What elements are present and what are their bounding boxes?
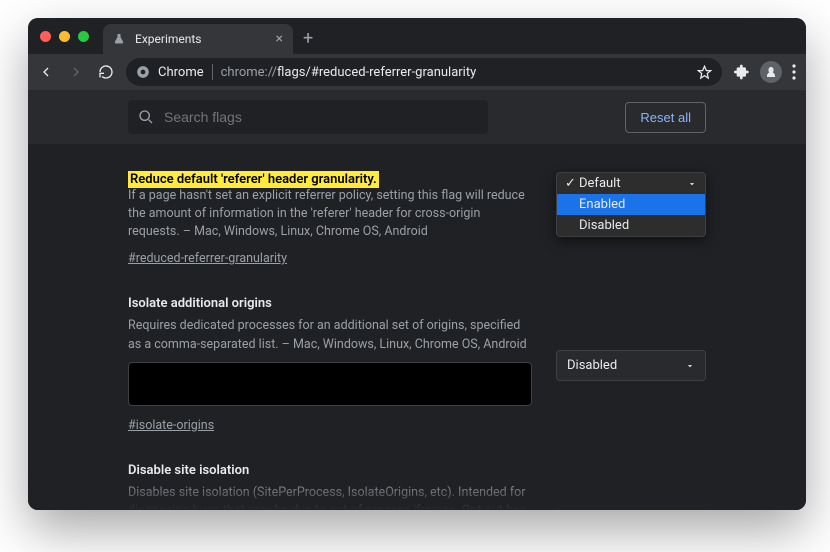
new-tab-button[interactable]: + xyxy=(303,28,313,49)
toolbar-right xyxy=(734,61,796,83)
url-scheme-chip: Chrome xyxy=(158,65,204,80)
window-controls xyxy=(40,31,89,42)
close-tab-button[interactable]: × xyxy=(276,31,283,47)
menu-icon[interactable] xyxy=(792,64,796,80)
flag-description: Disables site isolation (SitePerProcess,… xyxy=(128,484,532,510)
separator xyxy=(212,64,213,80)
search-icon xyxy=(138,109,154,125)
reload-button[interactable] xyxy=(98,64,114,80)
page-content: Reset all Reduce default 'referer' heade… xyxy=(28,90,806,510)
flag-title: Reduce default 'referer' header granular… xyxy=(128,171,379,188)
chevron-down-icon xyxy=(685,361,695,371)
chevron-down-icon xyxy=(687,179,697,189)
bookmark-star-icon[interactable] xyxy=(697,65,712,80)
flag-control: Disabled xyxy=(556,296,706,432)
flag-description: Requires dedicated processes for an addi… xyxy=(128,317,532,353)
dropdown-option-default[interactable]: ✓ Default xyxy=(557,173,705,194)
browser-tab[interactable]: Experiments × xyxy=(103,24,293,54)
flag-dropdown-open[interactable]: ✓ Default Enabled Disabled xyxy=(556,172,706,237)
select-value: Disabled xyxy=(567,358,617,373)
tab-title: Experiments xyxy=(135,32,266,46)
flag-control: ✓ Default Enabled Disabled xyxy=(556,168,706,266)
forward-button[interactable] xyxy=(68,64,84,80)
nav-buttons xyxy=(38,64,114,80)
flag-control: Default xyxy=(556,463,706,510)
flags-list: Reduce default 'referer' header granular… xyxy=(28,144,806,510)
flag-select[interactable]: Default xyxy=(556,505,706,510)
origins-textarea[interactable] xyxy=(128,362,532,406)
reset-all-button[interactable]: Reset all xyxy=(625,102,706,133)
flags-topbar: Reset all xyxy=(28,90,806,144)
dropdown-option-enabled[interactable]: Enabled xyxy=(557,194,705,215)
flask-icon xyxy=(113,33,125,45)
dropdown-option-disabled[interactable]: Disabled xyxy=(557,215,705,236)
flag-anchor-link[interactable]: #isolate-origins xyxy=(128,418,214,433)
titlebar: Experiments × + xyxy=(28,18,806,54)
search-input[interactable] xyxy=(164,109,478,125)
flag-anchor-link[interactable]: #reduced-referrer-granularity xyxy=(128,251,287,266)
flag-description: If a page hasn't set an explicit referre… xyxy=(128,187,532,241)
minimize-window-button[interactable] xyxy=(59,31,70,42)
check-icon: ✓ xyxy=(565,176,575,191)
flag-title: Disable site isolation xyxy=(128,463,532,478)
extensions-icon[interactable] xyxy=(734,64,750,80)
flag-text: Reduce default 'referer' header granular… xyxy=(128,168,532,266)
flag-item: Isolate additional origins Requires dedi… xyxy=(128,296,706,432)
extension-badge-icon[interactable] xyxy=(760,61,782,83)
address-bar[interactable]: Chrome chrome://flags/#reduced-referrer-… xyxy=(126,58,722,86)
chrome-icon xyxy=(136,65,150,79)
flag-item: Reduce default 'referer' header granular… xyxy=(128,168,706,266)
toolbar: Chrome chrome://flags/#reduced-referrer-… xyxy=(28,54,806,90)
search-box[interactable] xyxy=(128,100,488,134)
browser-window: Experiments × + Chrome chrome://flags/#r xyxy=(28,18,806,510)
url-display: chrome://flags/#reduced-referrer-granula… xyxy=(221,65,477,80)
flag-text: Isolate additional origins Requires dedi… xyxy=(128,296,532,432)
flag-title: Isolate additional origins xyxy=(128,296,532,311)
flag-select[interactable]: Disabled xyxy=(556,350,706,381)
flag-text: Disable site isolation Disables site iso… xyxy=(128,463,532,510)
flag-item: Disable site isolation Disables site iso… xyxy=(128,463,706,510)
close-window-button[interactable] xyxy=(40,31,51,42)
maximize-window-button[interactable] xyxy=(78,31,89,42)
back-button[interactable] xyxy=(38,64,54,80)
